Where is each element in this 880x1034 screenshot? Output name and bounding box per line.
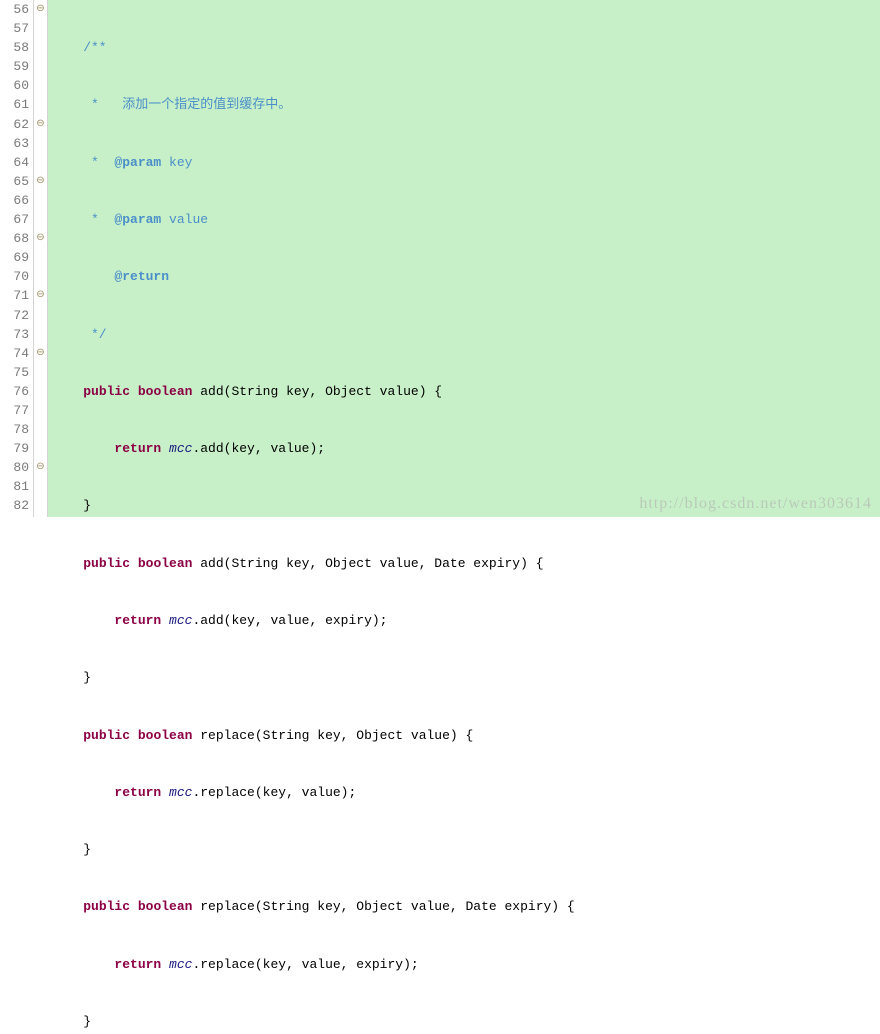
line-number: 63: [0, 134, 33, 153]
line-number: 82: [0, 496, 33, 515]
fold-toggle-icon: [34, 477, 47, 496]
line-number: 65: [0, 172, 33, 191]
line-number: 68: [0, 229, 33, 248]
line-number: 60: [0, 76, 33, 95]
fold-toggle-icon: [34, 191, 47, 210]
line-number: 78: [0, 420, 33, 439]
fold-toggle-icon: [34, 363, 47, 382]
line-number: 58: [0, 38, 33, 57]
line-number: 71: [0, 286, 33, 305]
line-number: 79: [0, 439, 33, 458]
fold-toggle-icon: [34, 153, 47, 172]
comment: */: [52, 327, 107, 342]
fold-toggle-icon: [34, 210, 47, 229]
fold-toggle-icon: [34, 420, 47, 439]
fold-toggle-icon[interactable]: ⊖: [34, 0, 47, 19]
line-number: 74: [0, 344, 33, 363]
code-editor: 5657585960616263646566676869707172737475…: [0, 0, 880, 517]
line-number: 56: [0, 0, 33, 19]
fold-toggle-icon: [34, 19, 47, 38]
fold-toggle-icon[interactable]: ⊖: [34, 458, 47, 477]
line-number: 64: [0, 153, 33, 172]
line-number: 76: [0, 382, 33, 401]
comment: * 添加一个指定的值到缓存中。: [52, 97, 291, 112]
line-number: 77: [0, 401, 33, 420]
line-number: 66: [0, 191, 33, 210]
fold-toggle-icon: [34, 325, 47, 344]
line-number: 59: [0, 57, 33, 76]
fold-toggle-icon: [34, 248, 47, 267]
fold-toggle-icon: [34, 76, 47, 95]
fold-gutter: ⊖ ⊖ ⊖ ⊖ ⊖ ⊖ ⊖: [34, 0, 48, 517]
comment: /**: [52, 40, 107, 55]
line-number-gutter: 5657585960616263646566676869707172737475…: [0, 0, 34, 517]
fold-toggle-icon: [34, 134, 47, 153]
line-number: 80: [0, 458, 33, 477]
code-area[interactable]: /** * 添加一个指定的值到缓存中。 * @param key * @para…: [48, 0, 880, 517]
fold-toggle-icon: [34, 57, 47, 76]
fold-toggle-icon: [34, 496, 47, 515]
fold-toggle-icon: [34, 267, 47, 286]
line-number: 73: [0, 325, 33, 344]
line-number: 61: [0, 95, 33, 114]
fold-toggle-icon[interactable]: ⊖: [34, 172, 47, 191]
fold-toggle-icon: [34, 38, 47, 57]
line-number: 81: [0, 477, 33, 496]
fold-toggle-icon[interactable]: ⊖: [34, 229, 47, 248]
fold-toggle-icon[interactable]: ⊖: [34, 344, 47, 363]
fold-toggle-icon[interactable]: ⊖: [34, 115, 47, 134]
line-number: 67: [0, 210, 33, 229]
line-number: 69: [0, 248, 33, 267]
line-number: 57: [0, 19, 33, 38]
fold-toggle-icon: [34, 439, 47, 458]
fold-toggle-icon: [34, 382, 47, 401]
comment: * @param value: [52, 212, 208, 227]
fold-toggle-icon: [34, 306, 47, 325]
comment: @return: [52, 269, 169, 284]
fold-toggle-icon: [34, 95, 47, 114]
fold-toggle-icon: [34, 401, 47, 420]
line-number: 75: [0, 363, 33, 382]
line-number: 72: [0, 306, 33, 325]
fold-toggle-icon[interactable]: ⊖: [34, 286, 47, 305]
line-number: 62: [0, 115, 33, 134]
line-number: 70: [0, 267, 33, 286]
comment: * @param key: [52, 155, 192, 170]
